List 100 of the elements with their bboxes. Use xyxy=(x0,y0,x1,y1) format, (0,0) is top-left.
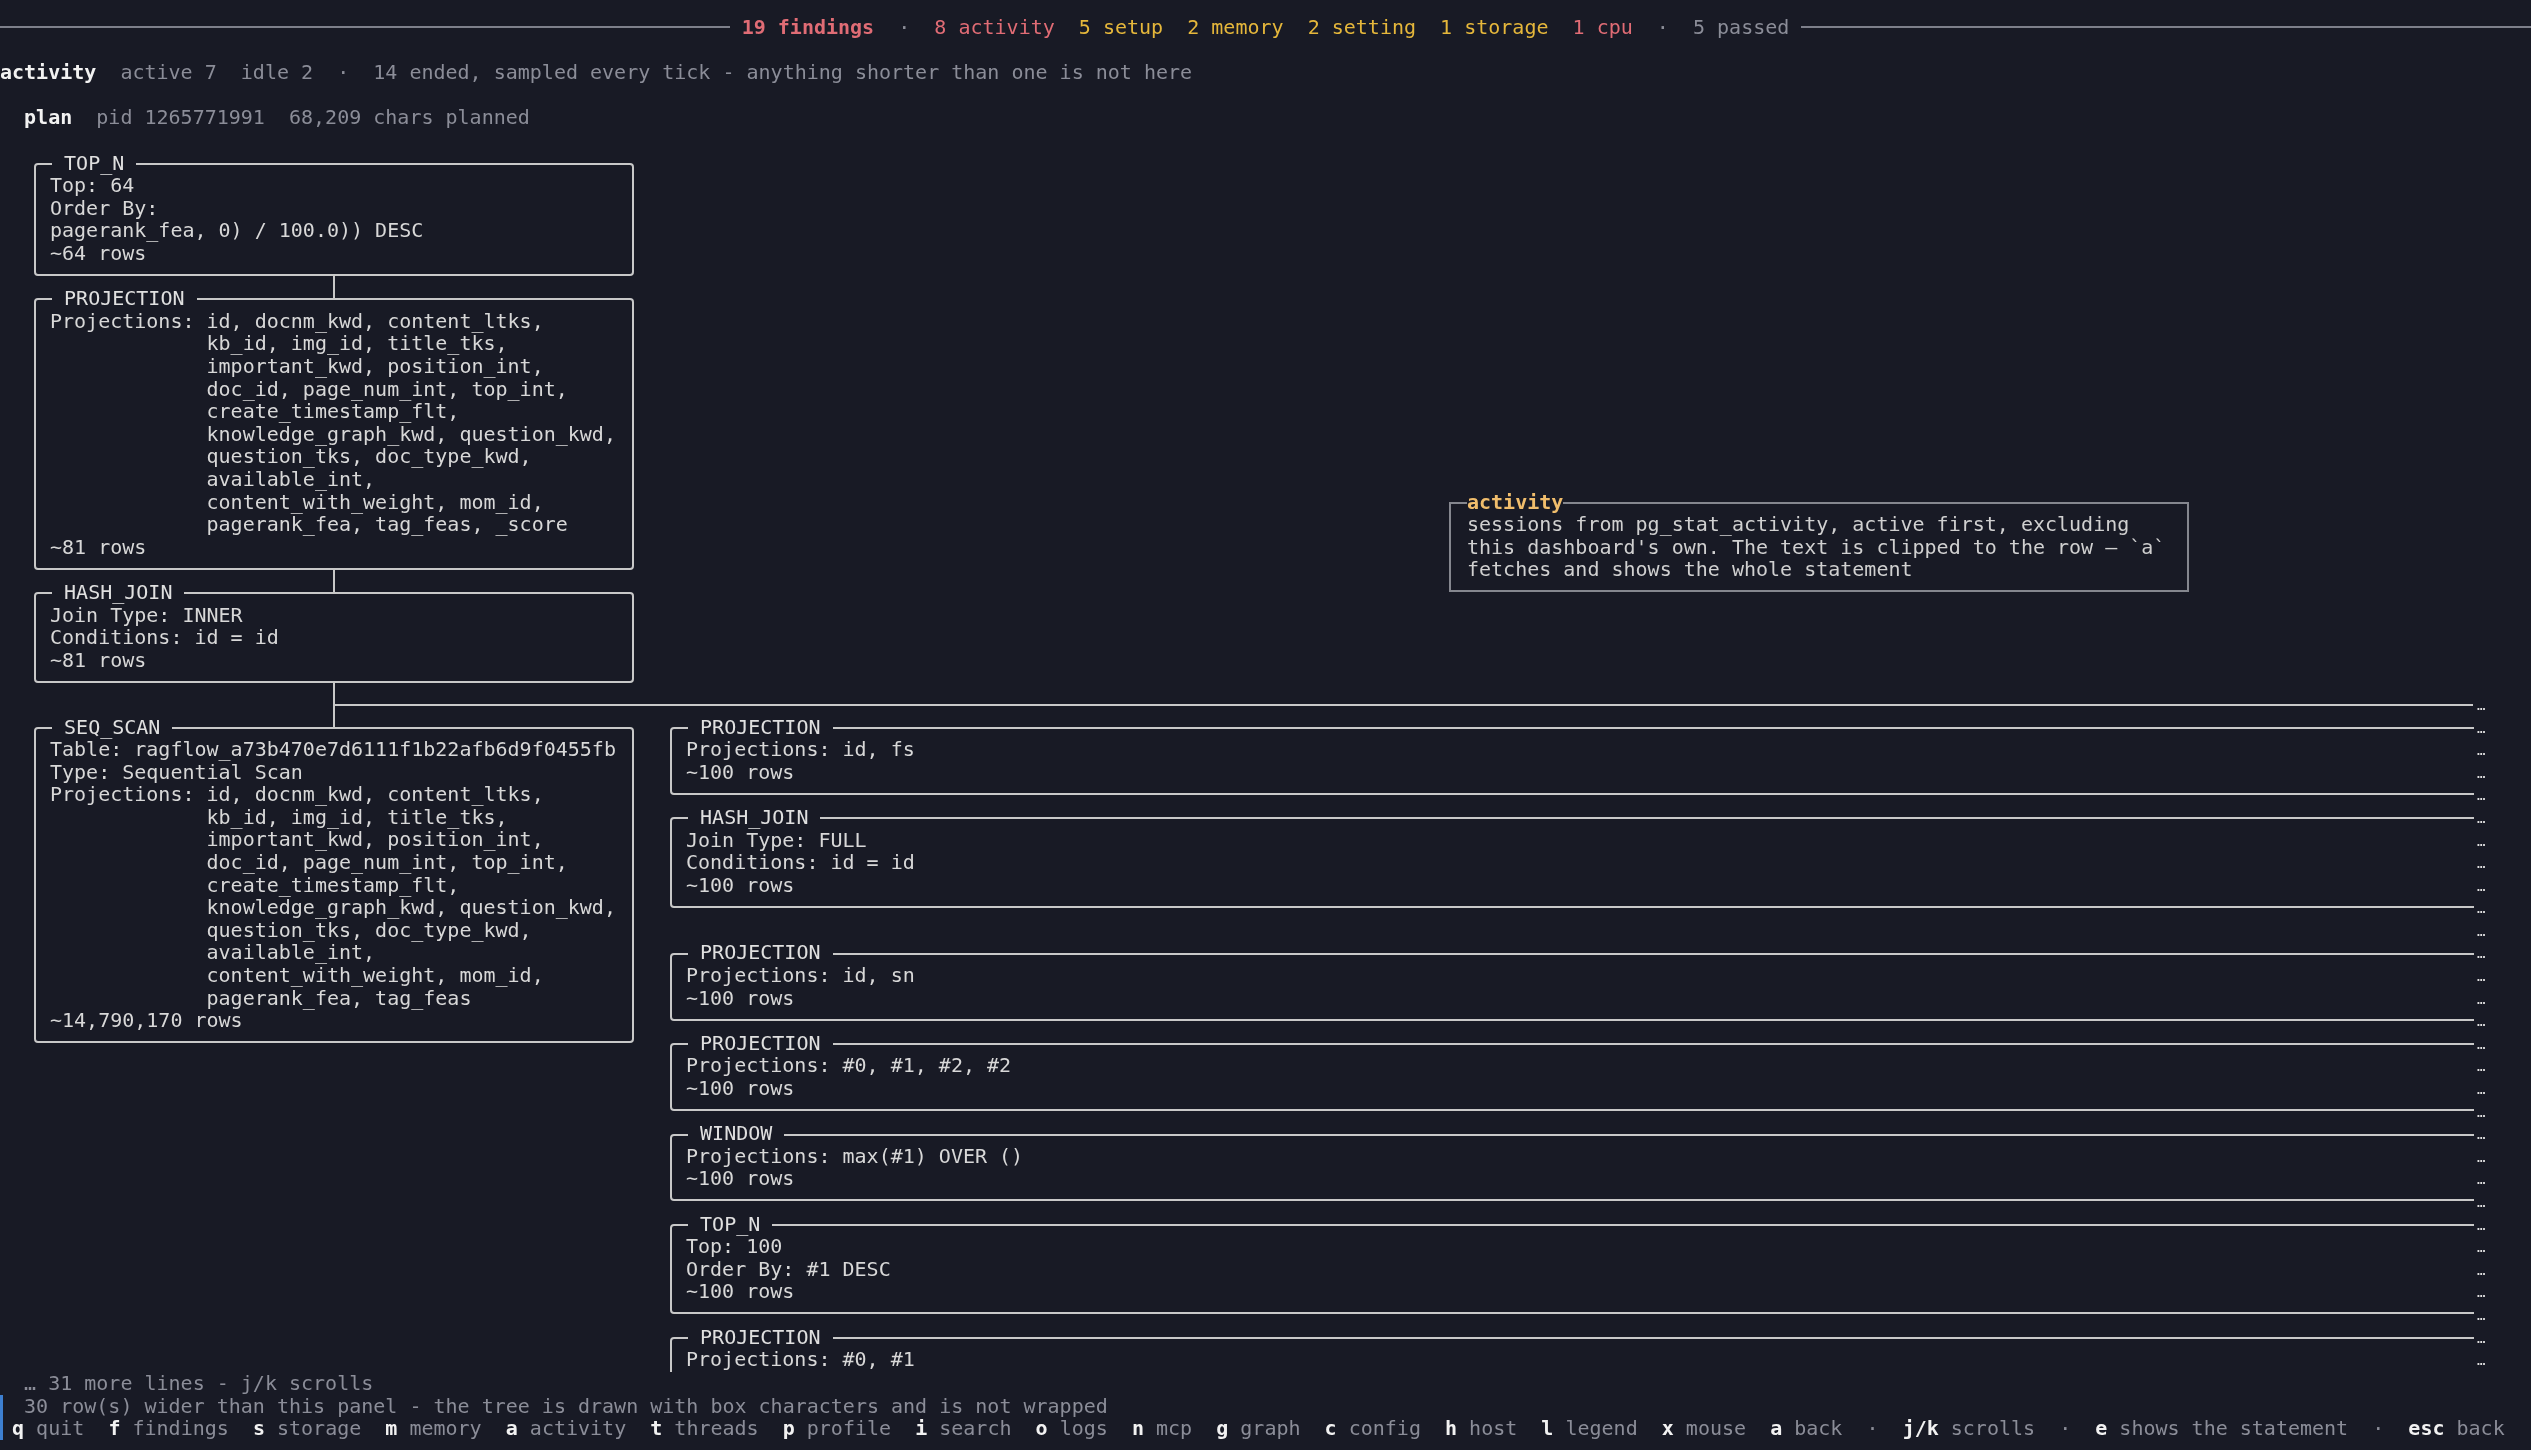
clip-marker: … xyxy=(2477,1260,2486,1280)
clip-marker: … xyxy=(2477,1147,2486,1167)
node-detail: Projections: id, fs xyxy=(686,737,915,762)
detail-value: id, docnm_kwd, content_ltks, xyxy=(206,309,545,333)
node-detail: Top: 64 xyxy=(50,173,135,198)
detail-value: important_kwd, position_int, xyxy=(206,828,545,852)
clip-marker: … xyxy=(2477,1328,2486,1348)
node-detail: ~100 rows xyxy=(686,872,795,897)
plan-size: 68,209 chars planned xyxy=(289,106,530,129)
node-detail: Top: 100 xyxy=(686,1234,783,1259)
clip-marker: … xyxy=(2477,741,2486,761)
shortcut-hint[interactable]: g graph xyxy=(1216,1417,1301,1440)
width-notice: 30 row(s) wider than this panel - the tree is drawn with box characters and is not wrapped xyxy=(23,1394,1108,1418)
clip-marker: … xyxy=(2477,1215,2486,1235)
shortcut-hint[interactable]: l legend xyxy=(1541,1417,1638,1440)
finding-count: 8 activity xyxy=(934,16,1055,39)
node-detail: ~81 rows xyxy=(50,647,147,672)
clip-marker: … xyxy=(2477,921,2486,941)
detail-value: create_timestamp_flt, xyxy=(206,400,461,423)
node-detail: ~100 rows xyxy=(686,1279,795,1304)
clip-marker: … xyxy=(2477,1080,2486,1100)
shortcut-hint[interactable]: c config xyxy=(1324,1417,1421,1440)
clip-marker: … xyxy=(2477,808,2486,828)
node-detail: Table: ragflow_a73b470e7d6111f1b22afb6d9f0455fb xyxy=(50,737,616,762)
shortcut-hint[interactable]: x mouse xyxy=(1661,1417,1747,1440)
node-detail: Join Type: FULL xyxy=(686,827,867,852)
clip-marker: … xyxy=(2477,1306,2486,1325)
detail-value: knowledge_graph_kwd, question_kwd, xyxy=(206,422,616,446)
node-detail: Order By: xyxy=(50,195,159,220)
shortcut-hint[interactable]: n mcp xyxy=(1131,1417,1193,1440)
node-detail: ~100 rows xyxy=(686,759,795,784)
shortcut-hint[interactable]: p profile xyxy=(782,1417,892,1440)
shortcut-hint[interactable]: f findings xyxy=(108,1417,229,1440)
node-detail: Order By: #1 DESC xyxy=(686,1256,891,1281)
node-detail: Projections: max(#1) OVER () xyxy=(686,1143,1024,1168)
detail-value: doc_id, page_num_int, top_int, xyxy=(206,851,569,874)
clip-marker: … xyxy=(2477,989,2486,1009)
node-detail: ~100 rows xyxy=(686,985,795,1010)
detail-value: doc_id, page_num_int, top_int, xyxy=(206,377,569,401)
clip-marker: … xyxy=(2477,1012,2486,1032)
detail-value: create_timestamp_flt, xyxy=(206,873,461,897)
node-detail: ~14,790,170 rows xyxy=(50,1008,243,1033)
separator-dot: · xyxy=(2059,1417,2072,1440)
clip-marker: … xyxy=(2477,854,2486,874)
detail-value: important_kwd, position_int, xyxy=(206,354,545,378)
panel-title: activity xyxy=(0,61,97,84)
clip-marker: … xyxy=(2477,899,2486,919)
shortcut-hint[interactable]: m memory xyxy=(385,1417,482,1440)
node-detail: Projections: id, sn xyxy=(686,963,915,988)
clip-marker: … xyxy=(2477,1102,2486,1122)
passed-count: 5 passed xyxy=(1692,16,1790,39)
clip-marker: … xyxy=(2477,1057,2486,1077)
more-lines-hint: … 31 more lines - j/k scrolls xyxy=(23,1371,374,1395)
shortcut-hint[interactable]: s storage xyxy=(252,1417,362,1440)
node-detail: pagerank_fea, 0) / 100.0)) DESC xyxy=(50,218,424,243)
shortcut-hint[interactable]: t threads xyxy=(650,1417,759,1440)
clip-marker: … xyxy=(2477,1125,2486,1145)
detail-label: Projections: xyxy=(50,309,195,333)
clip-marker: … xyxy=(2477,1351,2486,1371)
shortcut-hint[interactable]: e shows the statement xyxy=(2095,1417,2349,1440)
session-stat: idle 2 xyxy=(240,61,314,84)
detail-value: pagerank_fea, tag_feas, _score xyxy=(206,513,569,536)
shortcut-hint[interactable]: q quit xyxy=(12,1417,85,1440)
shortcut-hint[interactable]: a activity xyxy=(505,1417,627,1440)
shortcut-hint[interactable]: esc back xyxy=(2408,1417,2505,1440)
clip-marker: … xyxy=(2477,718,2486,738)
clip-marker: … xyxy=(2477,763,2486,783)
node-detail: Projections: #0, #1 xyxy=(686,1347,915,1372)
clip-marker: … xyxy=(2477,1283,2486,1303)
separator-dot: · xyxy=(1656,16,1669,39)
section-title: plan xyxy=(24,106,73,129)
node-detail: ~100 rows xyxy=(686,1166,795,1191)
shortcut-hint[interactable]: h host xyxy=(1445,1417,1518,1440)
detail-value: question_tks, doc_type_kwd, xyxy=(206,445,532,468)
shortcut-hint[interactable]: a back xyxy=(1770,1417,1843,1440)
shortcut-hint[interactable]: j/k scrolls xyxy=(1902,1417,2036,1440)
finding-count: 5 setup xyxy=(1078,16,1164,39)
finding-count: 1 storage xyxy=(1440,16,1549,39)
separator-dot: · xyxy=(1866,1417,1879,1440)
detail-label: Projections: xyxy=(50,783,195,806)
shortcut-hint[interactable]: o logs xyxy=(1035,1417,1108,1440)
clip-marker: … xyxy=(2477,695,2486,715)
finding-count: 2 memory xyxy=(1187,16,1284,39)
clip-marker: … xyxy=(2477,831,2486,851)
findings-total: 19 findings xyxy=(741,16,875,39)
session-stat: active 7 xyxy=(120,61,217,84)
separator-dot: · xyxy=(337,61,350,84)
clip-marker: … xyxy=(2477,967,2486,987)
detail-value: kb_id, img_id, title_tks, xyxy=(206,805,508,829)
finding-count: 1 cpu xyxy=(1572,16,1633,39)
shortcut-hint[interactable]: i search xyxy=(915,1417,1012,1440)
clip-marker: … xyxy=(2477,944,2486,964)
node-detail: Join Type: INNER xyxy=(50,602,243,627)
node-detail: Conditions: id = id xyxy=(686,850,915,875)
clip-marker: … xyxy=(2477,1034,2486,1054)
popup-title: activity xyxy=(1467,490,1564,514)
detail-value: kb_id, img_id, title_tks, xyxy=(206,332,508,355)
node-detail: Projections: #0, #1, #2, #2 xyxy=(686,1053,1012,1078)
clip-marker: … xyxy=(2477,1238,2486,1258)
clip-marker: … xyxy=(2477,786,2486,806)
